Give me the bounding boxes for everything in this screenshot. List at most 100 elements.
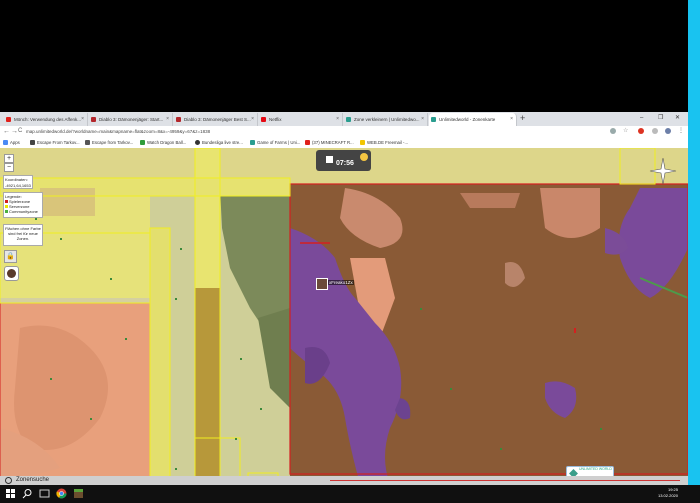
- diablo-icon: [91, 117, 96, 122]
- bookmark-label: Escape From Tarkov...: [37, 140, 80, 145]
- free-area-note: Flächen ohne Farbe sind frei für neue Zo…: [3, 224, 43, 246]
- extension-icon[interactable]: [652, 128, 658, 134]
- player-name: xFreako1Zx: [328, 280, 354, 285]
- chrome-icon[interactable]: [56, 488, 67, 499]
- bookmark-webde[interactable]: WEB.DE Freemail -...: [360, 137, 408, 148]
- minimize-button[interactable]: –: [640, 112, 643, 125]
- coordinates-panel: Koordinaten: -4921,64,1653: [3, 175, 33, 189]
- dragonball-icon: [140, 140, 145, 145]
- server-time: 07:56: [336, 160, 354, 167]
- player-head-icon: [7, 269, 16, 278]
- clock-date: 13.02.2020: [657, 493, 678, 498]
- search-icon[interactable]: [22, 488, 33, 499]
- minecraft-icon[interactable]: [73, 488, 84, 499]
- address-bar: ← → C map.unlimitedworld.de/?worldname=m…: [0, 126, 688, 137]
- close-tab-icon[interactable]: ×: [251, 113, 254, 126]
- sun-icon: [360, 153, 368, 161]
- search-icon: [5, 477, 12, 484]
- lock-icon[interactable]: 🔒: [4, 250, 17, 263]
- legend-swatch: [5, 205, 8, 209]
- browser-tab-bar: Mönch: Verwendung des Affenk... × Diablo …: [0, 112, 688, 126]
- url-input[interactable]: map.unlimitedworld.de/?worldname=main&ma…: [26, 127, 210, 136]
- task-view-icon[interactable]: [39, 488, 50, 499]
- tab-netflix[interactable]: Netflix ×: [259, 113, 343, 126]
- tab-zone-verkleinern[interactable]: Zone verkleinern | Unlimitedwo... ×: [344, 113, 428, 126]
- player-head-icon: [316, 278, 328, 290]
- close-window-button[interactable]: ✕: [675, 112, 680, 125]
- translate-icon[interactable]: [610, 128, 616, 134]
- youtube-icon: [6, 117, 11, 122]
- logo-text: UNLIMITED WORLD: [579, 467, 612, 471]
- unlimitedworld-icon: [346, 117, 351, 122]
- bookmark-label: Watch Dragon Ball...: [147, 140, 187, 145]
- tarkov-icon: [85, 140, 90, 145]
- legend-swatch: [5, 200, 8, 204]
- system-clock[interactable]: 19:25 13.02.2020: [658, 487, 678, 499]
- tab-label: Zone verkleinern | Unlimitedwo...: [354, 117, 420, 122]
- star-icon[interactable]: ☆: [623, 128, 629, 134]
- bookmark-label: (37) MINECRAFT R...: [312, 140, 354, 145]
- map-terrain: [0, 148, 688, 484]
- bookmark-label: Bundesliga live stre...: [202, 140, 243, 145]
- bookmark-label: WEB.DE Freemail -...: [367, 140, 409, 145]
- compass-icon: [649, 157, 677, 185]
- legend-swatch: [5, 210, 8, 214]
- windows-taskbar: 19:25 13.02.2020: [0, 485, 700, 503]
- zone-map[interactable]: [0, 148, 688, 484]
- zone-search-label: Zonensuche: [16, 477, 50, 483]
- bookmark-apps[interactable]: Apps: [3, 137, 20, 148]
- coordinates-value: -4921,64,1653: [5, 183, 31, 188]
- tab-label: Unlimitedworld - Zonenkarte: [439, 117, 496, 122]
- bookmark-tarkov-1[interactable]: Escape From Tarkov...: [30, 137, 80, 148]
- legend-label: Communityzone: [9, 209, 38, 214]
- zone-search-bar[interactable]: Zonensuche: [0, 476, 688, 485]
- legend-item-community: Communityzone: [5, 209, 41, 214]
- youtube-icon: [305, 140, 310, 145]
- tarkov-icon: [30, 140, 35, 145]
- tab-label: Diablo 3: Dämonenjäger: Start...: [99, 117, 164, 122]
- tab-monk[interactable]: Mönch: Verwendung des Affenk... ×: [4, 113, 88, 126]
- netflix-icon: [261, 117, 266, 122]
- reload-button[interactable]: C: [18, 127, 22, 136]
- desktop-edge: [688, 0, 700, 503]
- close-tab-icon[interactable]: ×: [421, 113, 424, 126]
- unlimitedworld-icon: [431, 117, 436, 122]
- tab-diablo-start[interactable]: Diablo 3: Dämonenjäger: Start... ×: [89, 113, 173, 126]
- bookmark-label: Apps: [10, 140, 20, 145]
- tab-label: Netflix: [269, 117, 282, 122]
- tab-diablo-best[interactable]: Diablo 3: Dämonenjäger Best S... ×: [174, 113, 258, 126]
- close-tab-icon[interactable]: ×: [336, 113, 339, 126]
- search-divider: [330, 480, 680, 481]
- close-tab-icon[interactable]: ×: [81, 113, 84, 126]
- bookmark-tarkov-2[interactable]: Escape from Tarkov...: [85, 137, 133, 148]
- moon-icon: [326, 156, 333, 163]
- close-tab-icon[interactable]: ×: [510, 113, 513, 126]
- bookmark-label: Game of Farms | Uni...: [257, 140, 301, 145]
- bookmark-minecraft[interactable]: (37) MINECRAFT R...: [305, 137, 354, 148]
- menu-icon[interactable]: ⋮: [678, 127, 684, 136]
- bookmark-game-of-farms[interactable]: Game of Farms | Uni...: [250, 137, 300, 148]
- back-button[interactable]: ←: [3, 127, 10, 136]
- bookmark-label: Escape from Tarkov...: [92, 140, 134, 145]
- apps-icon: [3, 140, 8, 145]
- forward-button[interactable]: →: [11, 127, 18, 136]
- unlimitedworld-icon: [250, 140, 255, 145]
- new-tab-button[interactable]: +: [520, 112, 525, 125]
- bookmark-bundesliga[interactable]: Bundesliga live stre...: [195, 137, 243, 148]
- player-list-button[interactable]: [4, 266, 19, 281]
- diablo-icon: [176, 117, 181, 122]
- adblock-icon[interactable]: [638, 128, 644, 134]
- bookmark-dragonball[interactable]: Watch Dragon Ball...: [140, 137, 186, 148]
- close-tab-icon[interactable]: ×: [166, 113, 169, 126]
- webde-icon: [360, 140, 365, 145]
- tab-label: Diablo 3: Dämonenjäger Best S...: [184, 117, 251, 122]
- legend-panel: Legende: Spielerzone Serverzone Communit…: [3, 192, 43, 218]
- zoom-out-button[interactable]: −: [4, 163, 14, 172]
- tab-label: Mönch: Verwendung des Affenk...: [14, 117, 81, 122]
- zoom-in-button[interactable]: +: [4, 154, 14, 163]
- windows-start-icon[interactable]: [5, 488, 16, 499]
- tab-zonenkarte[interactable]: Unlimitedworld - Zonenkarte ×: [429, 113, 517, 126]
- profile-avatar[interactable]: [665, 128, 671, 134]
- soccer-ball-icon: [195, 140, 200, 145]
- maximize-button[interactable]: ❐: [658, 112, 663, 125]
